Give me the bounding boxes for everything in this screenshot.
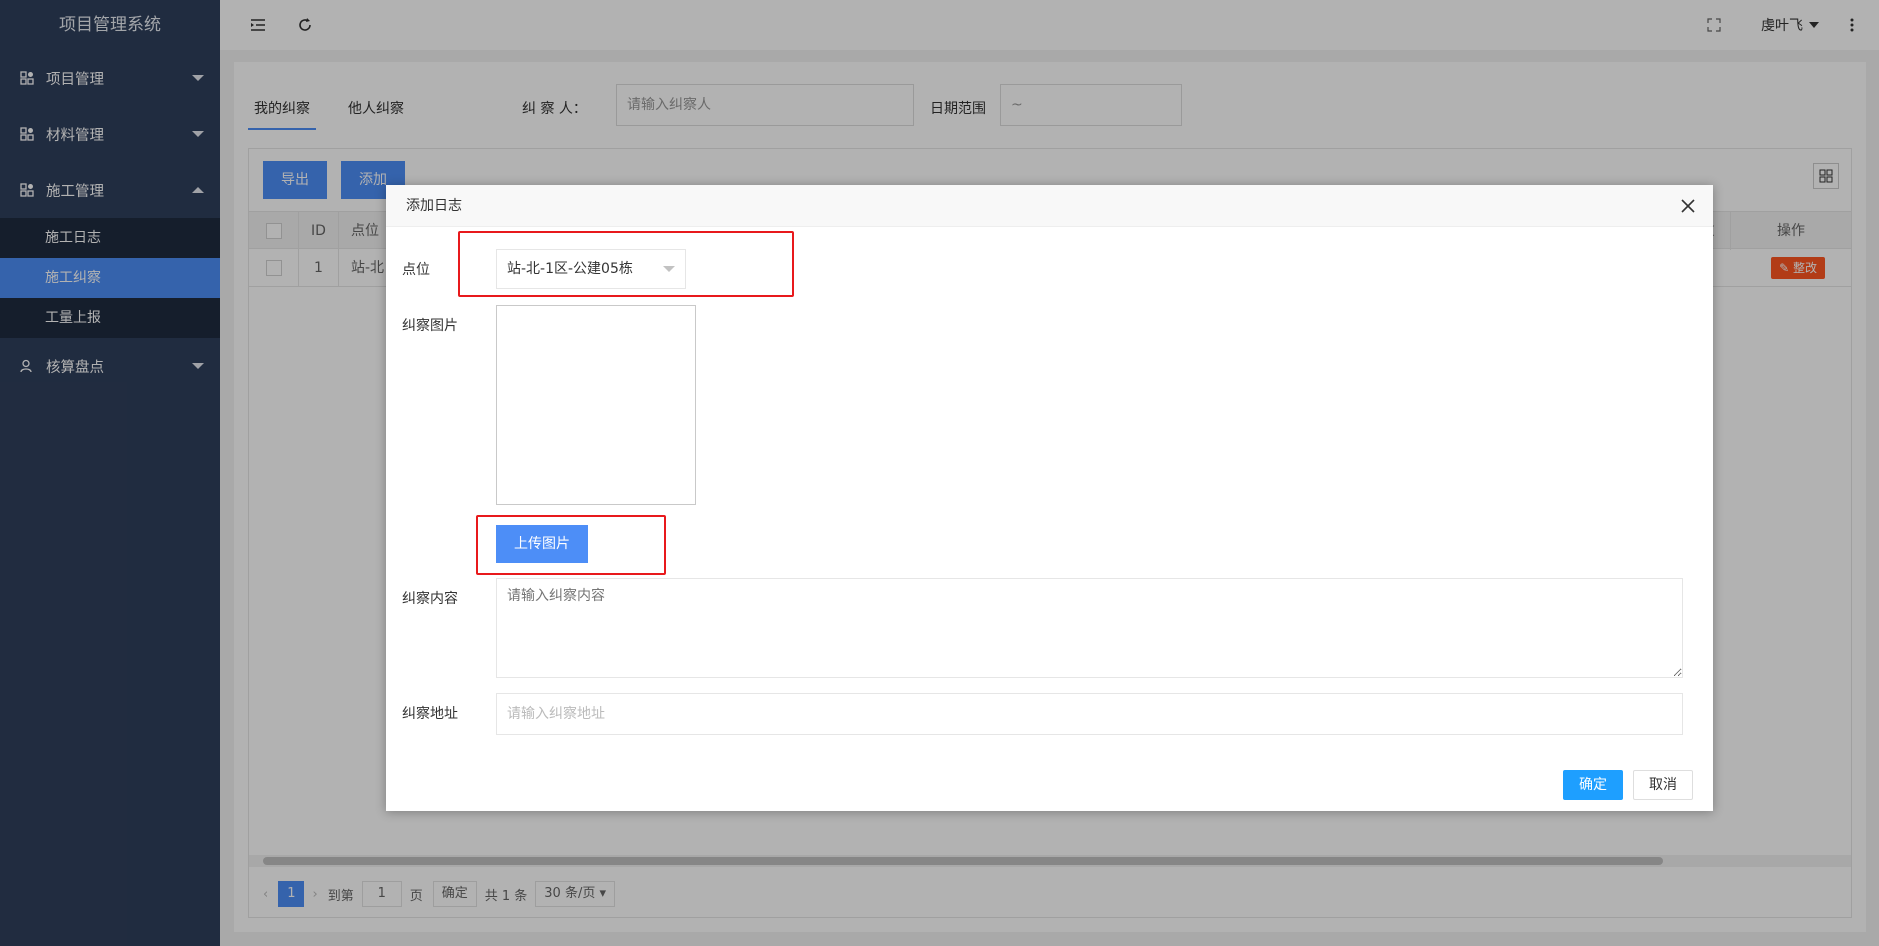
highlight-box-location bbox=[458, 231, 794, 297]
location-label: 点位 bbox=[402, 262, 430, 278]
content-textarea[interactable] bbox=[496, 578, 1683, 678]
address-input[interactable]: 请输入纠察地址 bbox=[496, 693, 1683, 735]
add-log-dialog: 添加日志 点位 站-北-1区-公建05栋 纠察图片 上传图片 纠察内容 纠察地址… bbox=[386, 185, 1713, 811]
image-preview bbox=[496, 305, 696, 505]
cancel-button[interactable]: 取消 bbox=[1633, 770, 1693, 800]
close-button[interactable] bbox=[1679, 197, 1697, 215]
confirm-button[interactable]: 确定 bbox=[1563, 770, 1623, 800]
highlight-box-upload bbox=[476, 515, 666, 575]
image-label: 纠察图片 bbox=[402, 318, 458, 334]
dialog-title: 添加日志 bbox=[386, 185, 1713, 227]
address-label: 纠察地址 bbox=[402, 706, 458, 722]
content-label: 纠察内容 bbox=[402, 591, 458, 607]
close-icon bbox=[1681, 199, 1695, 213]
